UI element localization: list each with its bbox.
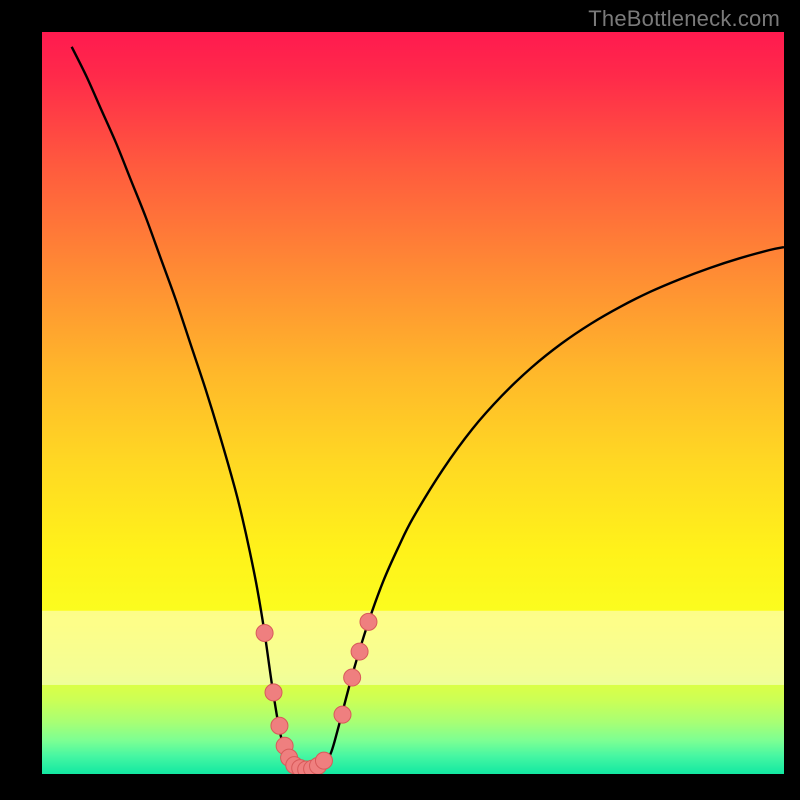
- watermark-text: TheBottleneck.com: [588, 6, 780, 32]
- pale-band: [42, 611, 784, 685]
- marker-dot: [265, 684, 282, 701]
- marker-dot: [360, 613, 377, 630]
- marker-dot: [256, 625, 273, 642]
- plot-area: [42, 32, 784, 774]
- marker-dot: [351, 643, 368, 660]
- marker-dot: [334, 706, 351, 723]
- marker-dot: [315, 752, 332, 769]
- bottleneck-chart: [42, 32, 784, 774]
- marker-dot: [271, 717, 288, 734]
- chart-frame: TheBottleneck.com: [0, 0, 800, 800]
- marker-dot: [344, 669, 361, 686]
